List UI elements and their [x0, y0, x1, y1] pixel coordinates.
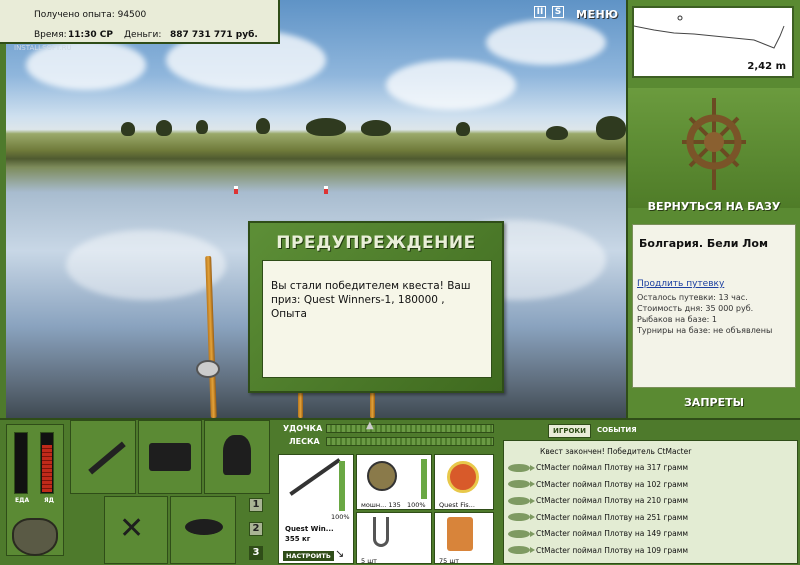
rod-label: УДОЧКА — [283, 424, 323, 433]
chat-line: CtMacter поймал Плотву на 109 грамм — [508, 546, 688, 555]
rod-weight: 355 кг — [285, 535, 311, 543]
bans-button[interactable]: ЗАПРЕТЫ — [628, 396, 800, 409]
chat-line: CtMacter поймал Плотву на 149 грамм — [508, 529, 688, 538]
fish-icon — [508, 546, 535, 554]
rod-name: Quest Win... — [285, 525, 334, 533]
hook-inventory-cell[interactable]: 5 шт — [356, 512, 432, 565]
ship-wheel-icon[interactable] — [680, 96, 748, 192]
line-label: ЛЕСКА — [289, 437, 320, 446]
fish-cage-slot[interactable] — [170, 496, 236, 564]
time-value: 11:30 СР — [68, 30, 113, 40]
food-slot[interactable]: ✕ — [104, 496, 168, 564]
quest-finished-message: Квест закончен! Победитель CtMacter — [540, 447, 692, 456]
bobber — [234, 186, 238, 194]
chat-text: CtMacter поймал Плотву на 251 грамм — [536, 512, 689, 522]
player-info-panel: Получено опыта: 94500 Время: 11:30 СР Де… — [0, 0, 280, 52]
reel-inventory-cell[interactable]: мошн... 135 100% — [356, 454, 432, 510]
tab-events[interactable]: СОБЫТИЯ — [593, 424, 641, 438]
bobber — [324, 186, 328, 194]
chat-text: CtMacter поймал Плотву на 109 грамм — [536, 545, 689, 555]
rod-icon — [88, 441, 126, 475]
fish-icon — [185, 519, 223, 535]
money-value: 887 731 771 руб. — [170, 30, 258, 40]
character-slot[interactable] — [204, 420, 270, 494]
rod-inventory-cell[interactable]: 100% Quest Win... 355 кг НАСТРОИТЬ ↘ — [278, 454, 354, 564]
anglers-count: Рыбаков на базе: 1 — [637, 315, 717, 324]
money-label: Деньги: — [124, 30, 162, 40]
poison-meter — [40, 432, 54, 494]
dialog-title: ПРЕДУПРЕЖДЕНИЕ — [276, 233, 476, 253]
chat-panel[interactable]: Квест закончен! Победитель CtMacter CtMa… — [503, 440, 798, 564]
location-title: Болгария. Бели Лом — [639, 237, 768, 250]
dialog-message: Вы стали победителем квеста! Ваш приз: Q… — [262, 260, 492, 378]
tournaments-status: Турниры на базе: не объявлены — [637, 326, 773, 335]
chat-text: CtMacter поймал Плотву на 317 грамм — [536, 463, 689, 472]
reel-percent: 100% — [407, 501, 426, 509]
chat-text: CtMacter поймал Плотву на 210 грамм — [536, 496, 689, 505]
food-meter — [14, 432, 28, 494]
line-inventory-cell[interactable]: Quest Fis... — [434, 454, 494, 510]
depth-line — [634, 25, 785, 49]
reel-health-bar — [421, 459, 427, 499]
line-spool-icon — [447, 461, 479, 493]
bait-pack-icon — [447, 517, 473, 551]
depth-value: 2,42 m — [747, 61, 786, 72]
bait-inventory-cell[interactable]: 75 шт — [434, 512, 494, 565]
experience-label: Получено опыта: 94500 — [34, 10, 147, 20]
slot-3-button[interactable]: 3 — [249, 546, 263, 560]
fish-icon — [508, 513, 535, 521]
rod-item-icon — [289, 458, 341, 496]
rod-percent: 100% — [331, 513, 350, 521]
line-name: Quest Fis... — [439, 501, 475, 509]
reel-item-icon — [367, 461, 397, 491]
rod-health-bar — [339, 461, 345, 511]
food-label: ЕДА — [15, 497, 30, 504]
rod-tension-bar — [326, 424, 494, 433]
setup-button[interactable]: НАСТРОИТЬ — [283, 551, 334, 561]
fisherman-icon — [223, 435, 251, 475]
chat-text: CtMacter поймал Плотву на 102 грамм — [536, 479, 689, 489]
day-cost: Стоимость дня: 35 000 руб. — [637, 304, 754, 313]
chat-line: CtMacter поймал Плотву на 251 грамм — [508, 513, 688, 522]
fish-icon — [508, 529, 535, 538]
fish-icon — [508, 463, 535, 472]
watermark: INSTALLSOFT.RU — [14, 44, 72, 52]
tab-players[interactable]: ИГРОКИ — [548, 424, 591, 438]
depth-marker — [677, 15, 683, 21]
warning-dialog[interactable]: ПРЕДУПРЕЖДЕНИЕ Вы стали победителем квес… — [248, 221, 504, 393]
tackle-box-slot[interactable] — [138, 420, 202, 494]
time-label: Время: — [34, 30, 67, 40]
rods-slot[interactable] — [70, 420, 136, 494]
hook-icon — [373, 517, 389, 547]
extend-permit-link[interactable]: Продлить путевку — [637, 279, 724, 289]
tension-marker-icon: ▲ — [366, 420, 374, 431]
fork-knife-icon: ✕ — [119, 511, 145, 546]
return-to-base-button[interactable]: ВЕРНУТЬСЯ НА БАЗУ — [628, 200, 800, 213]
permit-remaining: Осталось путевки: 13 час. — [637, 293, 748, 302]
cauldron-icon[interactable] — [12, 518, 58, 556]
arrow-icon: ↘ — [335, 547, 345, 560]
location-info: Болгария. Бели Лом Продлить путевку Оста… — [632, 224, 796, 388]
chat-text: CtMacter поймал Плотву на 149 грамм — [536, 529, 689, 538]
reel-icon — [196, 360, 220, 378]
slot-1-button[interactable]: 1 — [249, 498, 263, 512]
depth-chart: 2,42 m — [632, 6, 794, 78]
slot-2-button[interactable]: 2 — [249, 522, 263, 536]
pause-button[interactable]: II — [534, 6, 546, 18]
fish-icon — [508, 496, 535, 505]
line-tension-bar — [326, 437, 494, 446]
reel-name: мошн... 135 — [361, 501, 401, 509]
chat-line: CtMacter поймал Плотву на 210 грамм — [508, 496, 688, 505]
poison-label: ЯД — [44, 497, 54, 504]
chat-line: CtMacter поймал Плотву на 102 грамм — [508, 480, 688, 489]
fish-icon — [508, 480, 535, 488]
tackle-box-icon — [149, 443, 191, 471]
chat-line: CtMacter поймал Плотву на 317 грамм — [508, 463, 688, 472]
sound-button[interactable]: S — [552, 6, 564, 18]
menu-button[interactable]: МЕНЮ — [576, 8, 619, 21]
